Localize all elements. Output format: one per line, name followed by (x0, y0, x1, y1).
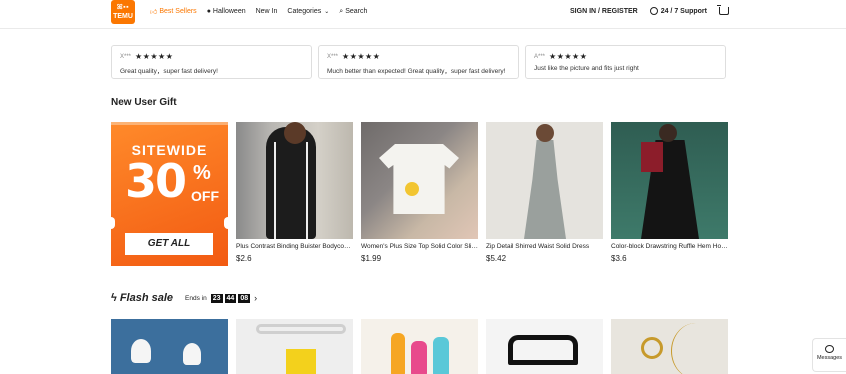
review-strip: X*** ★★★★★ Great quality，super fast deliv… (111, 45, 732, 79)
review-text: Much better than expected! Great quality… (327, 68, 506, 75)
thumbs-up-icon: 👍︎ (150, 9, 158, 16)
flash-sale-header: ϟ Flash sale Ends in 23 44 08 › (111, 292, 257, 304)
star-rating: ★★★★★ (342, 52, 381, 61)
flash-sale-title: Flash sale (119, 292, 174, 304)
logo-text: TEMU (113, 13, 133, 20)
product-price: $2.6 (236, 254, 252, 263)
product-image[interactable] (611, 122, 728, 239)
product-name[interactable]: Zip Detail Shirred Waist Solid Dress (486, 243, 603, 250)
cart-button[interactable] (717, 5, 729, 15)
section-title-new-user-gift: New User Gift (111, 97, 177, 108)
nav-label: Categories (287, 8, 322, 15)
review-text: Great quality，super fast delivery! (120, 68, 218, 75)
review-card: A*** ★★★★★ Just like the picture and fits… (525, 45, 726, 79)
product-price: $1.99 (361, 254, 382, 263)
chevron-down-icon: ⌄ (324, 9, 330, 15)
chevron-right-icon[interactable]: › (254, 293, 257, 303)
nav-label: Best Sellers (159, 8, 197, 15)
search-icon: ⌕ (339, 7, 344, 15)
flash-product-image[interactable] (611, 319, 728, 374)
nav-categories[interactable]: Categories ⌄ (287, 8, 329, 15)
cart-icon (717, 5, 729, 15)
promo-off: OFF (191, 188, 219, 204)
product-row: Plus Contrast Binding Buister Bodycon Dr… (236, 122, 736, 263)
get-all-button[interactable]: GET ALL (125, 233, 213, 255)
support-label: 24 / 7 Support (660, 7, 707, 15)
promo-percent-sign: % (193, 162, 211, 184)
product-card[interactable]: Zip Detail Shirred Waist Solid Dress $5.… (486, 122, 603, 263)
promo-notch (111, 217, 115, 229)
promo-percent: 30 (125, 154, 187, 208)
product-name[interactable]: Color-block Drawstring Ruffle Hem Hoodie… (611, 243, 728, 250)
nav-label: New In (255, 8, 278, 15)
account-nav: SIGN IN / REGISTER 24 / 7 Support (558, 5, 729, 15)
product-price: $5.42 (486, 254, 507, 263)
star-rating: ★★★★★ (135, 52, 174, 61)
flash-product-image[interactable] (111, 319, 228, 374)
support-icon (649, 7, 658, 15)
main-nav: 👍︎ Best Sellers ● Halloween New In Categ… (150, 7, 377, 17)
review-card: X*** ★★★★★ Much better than expected! Gre… (318, 45, 519, 79)
review-user: A*** (534, 53, 546, 60)
nav-search[interactable]: ⌕ Search (339, 8, 367, 16)
product-card[interactable]: Plus Contrast Binding Buister Bodycon Dr… (236, 122, 353, 263)
product-name[interactable]: Women's Plus Size Top Solid Color Slim T… (361, 243, 478, 250)
nav-new-in[interactable]: New In (256, 8, 278, 15)
promo-decoration (111, 122, 228, 133)
product-name[interactable]: Plus Contrast Binding Buister Bodycon Dr… (236, 243, 353, 250)
star-rating: ★★★★★ (549, 52, 588, 61)
logo-mark: ꕤ▪▪ (116, 4, 130, 11)
flash-product-image[interactable] (361, 319, 478, 374)
nav-halloween[interactable]: ● Halloween (207, 8, 246, 15)
sign-in-link[interactable]: SIGN IN / REGISTER (570, 8, 638, 15)
countdown-hours: 23 (210, 293, 223, 303)
review-text: Just like the picture and fits just righ… (534, 65, 639, 72)
flash-sale-products (111, 319, 736, 374)
nav-label: Search (345, 8, 368, 15)
product-image[interactable] (486, 122, 603, 239)
flash-product-image[interactable] (236, 319, 353, 374)
countdown-minutes: 44 (224, 293, 237, 303)
review-card: X*** ★★★★★ Great quality，super fast deliv… (111, 45, 312, 79)
messages-label: Messages (816, 355, 843, 361)
sitewide-promo-card[interactable]: SITEWIDE 30 % OFF GET ALL (111, 122, 228, 266)
messages-button[interactable]: Messages (812, 338, 846, 372)
nav-best-sellers[interactable]: 👍︎ Best Sellers (150, 7, 197, 16)
nav-label: Halloween (212, 8, 246, 15)
product-card[interactable]: Color-block Drawstring Ruffle Hem Hoodie… (611, 122, 728, 263)
promo-notch (224, 217, 228, 229)
product-card[interactable]: Women's Plus Size Top Solid Color Slim T… (361, 122, 478, 263)
pumpkin-icon: ● (206, 8, 211, 15)
review-user: X*** (120, 53, 132, 60)
top-header: ꕤ▪▪ TEMU 👍︎ Best Sellers ● Halloween New… (0, 0, 846, 29)
product-price: $3.6 (611, 254, 627, 263)
countdown-seconds: 08 (238, 293, 251, 303)
flash-product-image[interactable] (486, 319, 603, 374)
review-user: X*** (327, 53, 339, 60)
ends-in-label: Ends in (185, 294, 207, 302)
support-link[interactable]: 24 / 7 Support (649, 7, 707, 15)
product-image[interactable] (361, 122, 478, 239)
lightning-icon: ϟ (111, 292, 117, 304)
chat-icon (825, 345, 834, 353)
product-image[interactable] (236, 122, 353, 239)
temu-logo[interactable]: ꕤ▪▪ TEMU (111, 0, 135, 24)
